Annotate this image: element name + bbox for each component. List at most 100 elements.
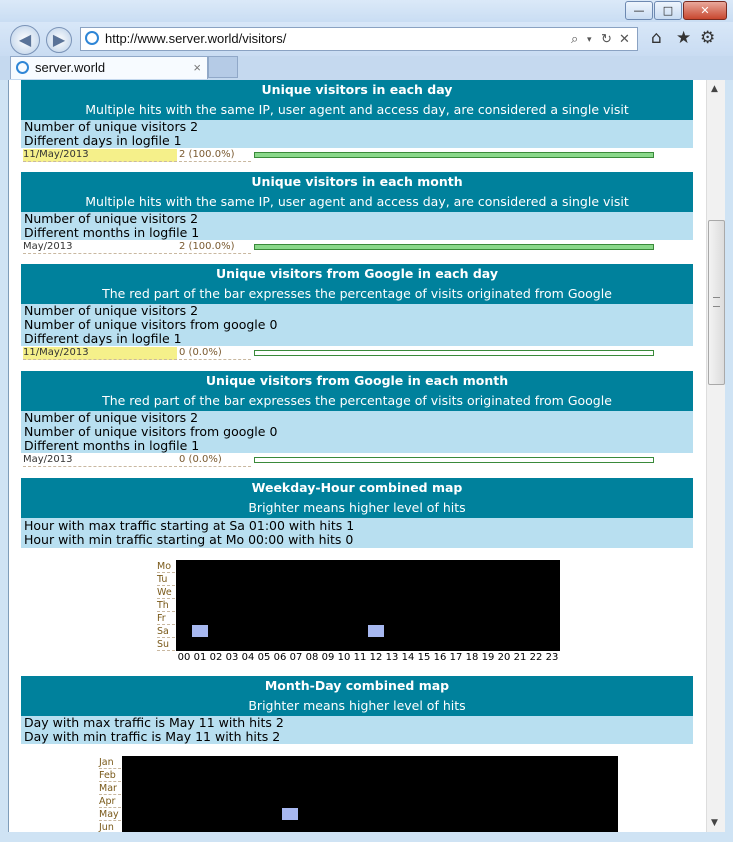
tab-close-icon[interactable]: × bbox=[193, 57, 201, 79]
month-label: Jan bbox=[99, 756, 121, 769]
month-label: Mar bbox=[99, 782, 121, 795]
hour-label: 11 bbox=[353, 652, 367, 663]
section-google-month: Unique visitors from Google in each mont… bbox=[21, 371, 693, 478]
stop-icon[interactable]: ✕ bbox=[619, 28, 630, 50]
hour-label: 21 bbox=[513, 652, 527, 663]
info-line: Hour with min traffic starting at Mo 00:… bbox=[24, 532, 354, 547]
info-line: Day with max traffic is May 11 with hits… bbox=[24, 715, 284, 730]
section-title: Unique visitors from Google in each mont… bbox=[21, 371, 693, 391]
weekday-label: Sa bbox=[157, 625, 175, 638]
address-bar[interactable]: http://www.server.world/visitors/ ⌕ ▾ ↻ … bbox=[80, 27, 638, 51]
month-labels: Jan Feb Mar Apr May Jun bbox=[99, 756, 121, 832]
heatmap-cell bbox=[368, 625, 384, 637]
hour-label: 18 bbox=[465, 652, 479, 663]
section-month-day-map: Month-Day combined map Brighter means hi… bbox=[21, 676, 693, 832]
window-frame bbox=[0, 832, 733, 842]
gear-icon[interactable]: ⚙ bbox=[700, 28, 715, 48]
scroll-up-icon[interactable]: ▲ bbox=[711, 84, 718, 94]
close-window-button[interactable]: ✕ bbox=[683, 1, 727, 20]
report-content: Unique visitors in each day Multiple hit… bbox=[21, 80, 693, 832]
maximize-button[interactable]: □ bbox=[654, 1, 682, 20]
data-row: 11/May/2013 2 (100.0%) bbox=[21, 148, 693, 162]
row-label: May/2013 bbox=[23, 454, 177, 467]
month-label: Apr bbox=[99, 795, 121, 808]
weekday-label: Su bbox=[157, 638, 175, 651]
data-row: May/2013 2 (100.0%) bbox=[21, 240, 693, 254]
weekday-label: Fr bbox=[157, 612, 175, 625]
row-value: 0 (0.0%) bbox=[179, 454, 251, 467]
hour-label: 10 bbox=[337, 652, 351, 663]
hour-label: 03 bbox=[225, 652, 239, 663]
section-title: Unique visitors in each day bbox=[21, 80, 693, 100]
section-title: Month-Day combined map bbox=[21, 676, 693, 696]
section-title: Weekday-Hour combined map bbox=[21, 478, 693, 498]
refresh-icon[interactable]: ↻ bbox=[601, 28, 612, 50]
hour-label: 19 bbox=[481, 652, 495, 663]
window-frame bbox=[725, 80, 733, 842]
scroll-down-icon[interactable]: ▼ bbox=[711, 818, 718, 828]
weekday-label: We bbox=[157, 586, 175, 599]
hour-labels: 00 01 02 03 04 05 06 07 08 09 10 11 12 13 14 15 16 17 18 19… bbox=[176, 652, 560, 663]
section-subtitle: The red part of the bar expresses the pe… bbox=[21, 391, 693, 411]
info-line: Different months in logfile 1 bbox=[24, 225, 200, 240]
url-text: http://www.server.world/visitors/ bbox=[105, 31, 287, 46]
section-info: Number of unique visitors 2 Different mo… bbox=[21, 212, 693, 240]
info-line: Different days in logfile 1 bbox=[24, 133, 182, 148]
ie-logo-icon bbox=[85, 31, 99, 45]
tab-title: server.world bbox=[35, 60, 106, 75]
row-label: 11/May/2013 bbox=[23, 149, 177, 162]
tab-server-world[interactable]: server.world × bbox=[10, 56, 208, 79]
section-weekday-hour-map: Weekday-Hour combined map Brighter means… bbox=[21, 478, 693, 676]
hour-label: 16 bbox=[433, 652, 447, 663]
back-button[interactable]: ◀ bbox=[10, 25, 40, 55]
heatmap-cell bbox=[282, 808, 298, 820]
hour-label: 23 bbox=[545, 652, 559, 663]
scroll-thumb[interactable] bbox=[708, 220, 725, 385]
info-line: Number of unique visitors 2 bbox=[24, 303, 199, 318]
vertical-scrollbar[interactable]: ▲ ▼ bbox=[706, 80, 726, 832]
row-bar bbox=[254, 457, 654, 463]
month-day-heatmap: Jan Feb Mar Apr May Jun bbox=[21, 744, 693, 832]
heatmap-cell bbox=[192, 625, 208, 637]
data-row: May/2013 0 (0.0%) bbox=[21, 453, 693, 467]
hour-label: 20 bbox=[497, 652, 511, 663]
weekday-label: Mo bbox=[157, 560, 175, 573]
section-info: Number of unique visitors 2 Number of un… bbox=[21, 411, 693, 453]
navigation-bar: ◀ ▶ http://www.server.world/visitors/ ⌕ … bbox=[0, 22, 733, 56]
tab-strip: server.world × bbox=[0, 56, 733, 80]
hour-label: 04 bbox=[241, 652, 255, 663]
row-value: 2 (100.0%) bbox=[179, 241, 251, 254]
ie-logo-icon bbox=[16, 61, 29, 74]
section-subtitle: Multiple hits with the same IP, user age… bbox=[21, 192, 693, 212]
info-line: Day with min traffic is May 11 with hits… bbox=[24, 729, 281, 744]
dropdown-arrow-icon[interactable]: ▾ bbox=[587, 28, 592, 50]
hour-label: 13 bbox=[385, 652, 399, 663]
section-info: Day with max traffic is May 11 with hits… bbox=[21, 716, 693, 744]
hour-label: 14 bbox=[401, 652, 415, 663]
window-controls: — □ ✕ bbox=[624, 1, 727, 20]
minimize-button[interactable]: — bbox=[625, 1, 653, 20]
info-line: Number of unique visitors from google 0 bbox=[24, 317, 278, 332]
info-line: Different days in logfile 1 bbox=[24, 331, 182, 346]
search-icon[interactable]: ⌕ bbox=[571, 28, 578, 50]
info-line: Number of unique visitors 2 bbox=[24, 410, 199, 425]
month-day-grid bbox=[122, 756, 618, 832]
weekday-labels: Mo Tu We Th Fr Sa Su bbox=[157, 560, 175, 651]
new-tab-button[interactable] bbox=[208, 56, 238, 78]
hour-label: 01 bbox=[193, 652, 207, 663]
row-label: 11/May/2013 bbox=[23, 347, 177, 360]
hour-label: 22 bbox=[529, 652, 543, 663]
section-subtitle: Multiple hits with the same IP, user age… bbox=[21, 100, 693, 120]
hour-label: 08 bbox=[305, 652, 319, 663]
grip-icon bbox=[713, 297, 720, 307]
weekday-label: Th bbox=[157, 599, 175, 612]
arrow-right-icon: ▶ bbox=[52, 30, 66, 49]
star-icon[interactable]: ★ bbox=[676, 28, 691, 48]
row-bar-fill bbox=[255, 245, 653, 249]
row-label: May/2013 bbox=[23, 241, 177, 254]
info-line: Number of unique visitors 2 bbox=[24, 119, 199, 134]
section-info: Hour with max traffic starting at Sa 01:… bbox=[21, 518, 693, 548]
home-icon[interactable]: ⌂ bbox=[651, 28, 662, 48]
section-unique-visitors-month: Unique visitors in each month Multiple h… bbox=[21, 172, 693, 264]
forward-button[interactable]: ▶ bbox=[46, 27, 72, 53]
